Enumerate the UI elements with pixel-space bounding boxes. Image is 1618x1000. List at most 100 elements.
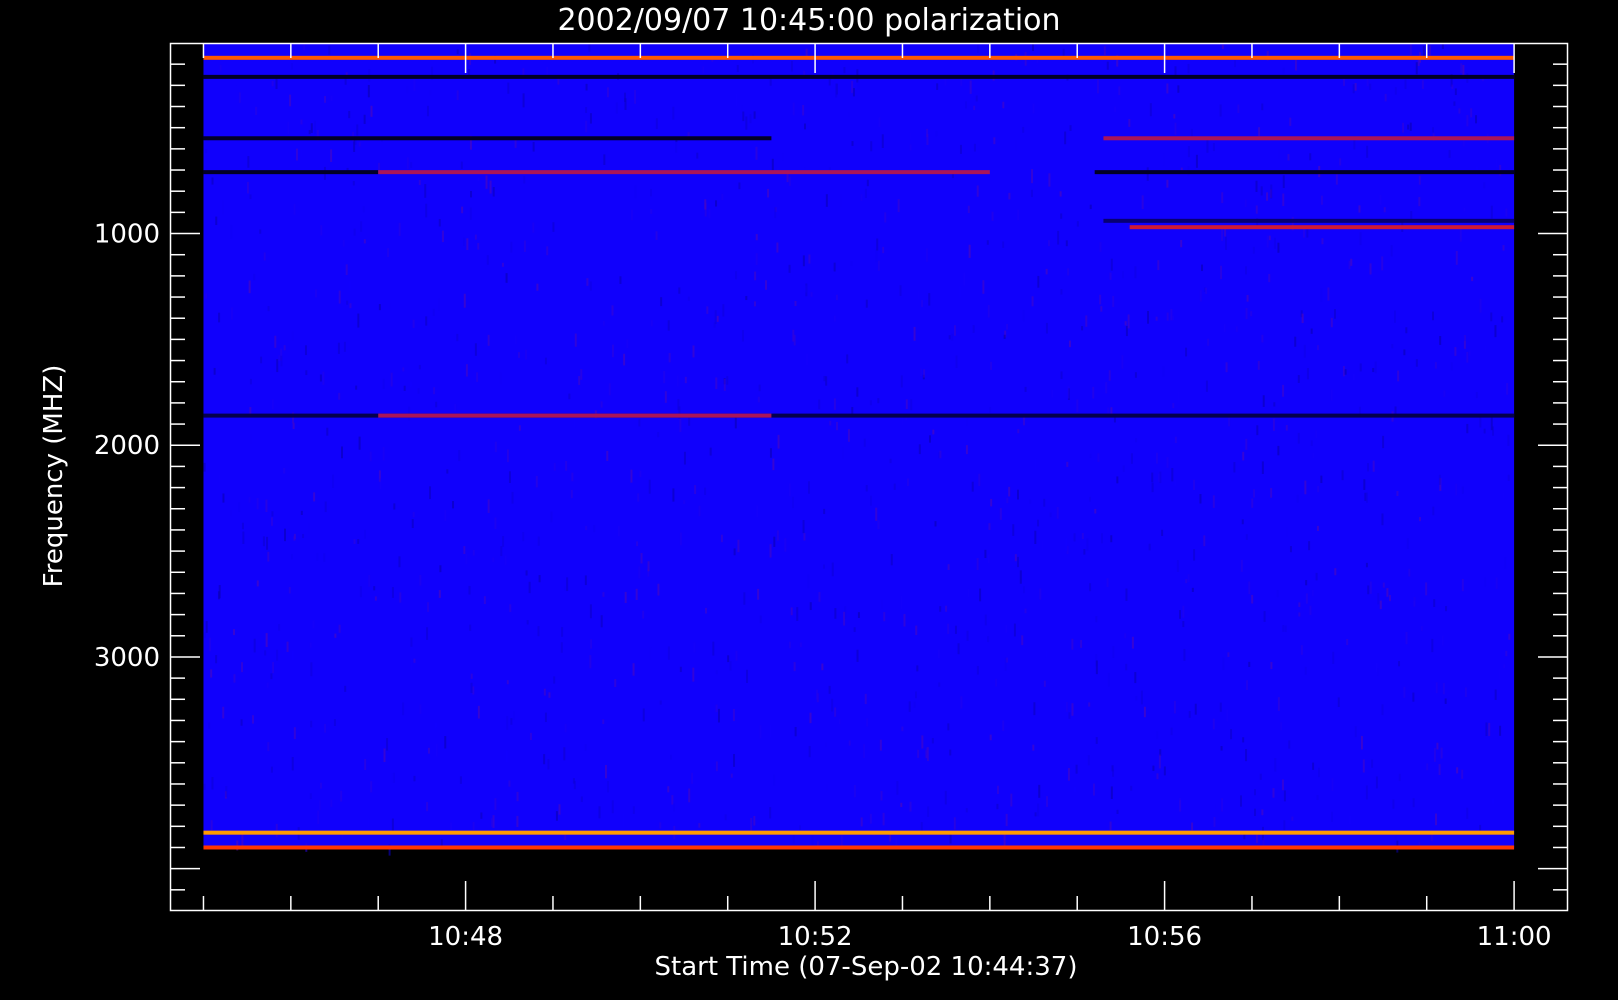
heatmap-noise (1134, 372, 1137, 378)
heatmap-noise (218, 474, 221, 483)
heatmap-noise (1438, 474, 1441, 485)
heatmap-noise (1454, 347, 1457, 356)
heatmap-noise (585, 107, 588, 113)
heatmap-noise (242, 531, 245, 545)
heatmap-noise (1379, 600, 1382, 610)
heatmap-noise (1458, 108, 1461, 114)
heatmap-noise (348, 110, 351, 119)
heatmap-noise (274, 335, 277, 348)
heatmap-noise (1228, 417, 1231, 427)
heatmap-noise (1201, 264, 1204, 272)
heatmap-noise (1504, 557, 1507, 569)
heatmap-noise (1272, 418, 1275, 431)
heatmap-noise (256, 580, 259, 587)
heatmap-noise (877, 398, 880, 404)
heatmap-noise (735, 271, 738, 280)
heatmap-noise (1212, 495, 1215, 508)
heatmap-noise (788, 264, 791, 273)
heatmap-noise (843, 611, 846, 626)
heatmap-noise (783, 538, 786, 548)
heatmap-noise (948, 335, 951, 340)
heatmap-noise (1226, 709, 1229, 722)
heatmap-band-7 (1103, 218, 1515, 223)
heatmap-noise (543, 754, 546, 765)
heatmap-noise (480, 812, 483, 819)
heatmap-noise (499, 372, 502, 385)
heatmap-noise (634, 185, 637, 199)
heatmap-noise (659, 370, 662, 380)
heatmap-noise (1230, 729, 1233, 740)
heatmap-noise (834, 707, 837, 717)
heatmap-noise (280, 355, 283, 367)
heatmap-noise (561, 627, 564, 637)
heatmap-noise (1134, 672, 1137, 684)
heatmap-noise (996, 803, 999, 810)
heatmap-noise (1225, 236, 1228, 250)
heatmap-noise (803, 533, 806, 541)
heatmap-noise (1133, 779, 1136, 791)
heatmap-noise (1412, 798, 1415, 808)
heatmap-noise (976, 665, 979, 675)
heatmap-noise (232, 629, 235, 636)
heatmap-noise (337, 342, 340, 354)
heatmap-noise (928, 435, 931, 443)
heatmap-noise (715, 670, 718, 675)
heatmap-noise (1398, 661, 1401, 667)
heatmap-noise (774, 207, 777, 219)
heatmap-noise (1156, 773, 1159, 780)
heatmap-noise (1320, 288, 1323, 302)
heatmap-noise (730, 773, 733, 778)
heatmap-noise (706, 306, 709, 314)
heatmap-noise (659, 822, 662, 829)
heatmap-noise (1122, 465, 1125, 472)
heatmap-noise (932, 429, 935, 435)
heatmap-noise (749, 114, 752, 124)
heatmap-noise (733, 548, 736, 556)
heatmap-noise (772, 458, 775, 471)
heatmap-noise (603, 154, 606, 166)
heatmap-noise (951, 333, 954, 341)
heatmap-noise (687, 296, 690, 301)
heatmap-noise (444, 509, 447, 522)
heatmap-noise (630, 209, 633, 221)
heatmap-noise (838, 718, 841, 725)
heatmap-noise (715, 200, 718, 207)
heatmap-noise (691, 772, 694, 784)
heatmap-noise (723, 378, 726, 391)
heatmap-noise (346, 300, 349, 305)
heatmap-noise (1166, 179, 1169, 188)
heatmap-noise (509, 604, 512, 613)
heatmap-noise (1289, 117, 1292, 126)
heatmap-noise (507, 82, 510, 94)
heatmap-noise (367, 84, 370, 98)
heatmap-noise (1182, 620, 1185, 628)
heatmap-noise (1381, 704, 1384, 716)
heatmap-noise (1037, 275, 1040, 288)
heatmap-noise (788, 483, 791, 497)
heatmap-noise (1048, 173, 1051, 187)
heatmap-noise (842, 447, 845, 460)
heatmap-noise (677, 398, 680, 411)
heatmap-noise (808, 481, 811, 494)
heatmap-noise (1237, 104, 1240, 114)
heatmap-noise (667, 646, 670, 660)
heatmap-noise (1081, 325, 1084, 331)
heatmap-noise (1405, 327, 1408, 334)
heatmap-noise (1306, 368, 1309, 380)
heatmap-noise (544, 357, 547, 365)
heatmap-noise (836, 421, 839, 431)
heatmap-noise (466, 238, 469, 251)
heatmap-noise (809, 712, 812, 724)
heatmap-noise (205, 293, 208, 299)
heatmap-noise (915, 625, 918, 636)
heatmap-noise (1300, 645, 1303, 655)
heatmap-noise (494, 517, 497, 530)
heatmap-noise (920, 368, 923, 377)
heatmap-noise (958, 286, 961, 298)
heatmap-noise (578, 376, 581, 385)
heatmap-noise (270, 673, 273, 680)
heatmap-noise (1268, 235, 1271, 241)
heatmap-noise (233, 674, 236, 683)
heatmap-noise (773, 536, 776, 547)
heatmap-noise (626, 339, 629, 349)
